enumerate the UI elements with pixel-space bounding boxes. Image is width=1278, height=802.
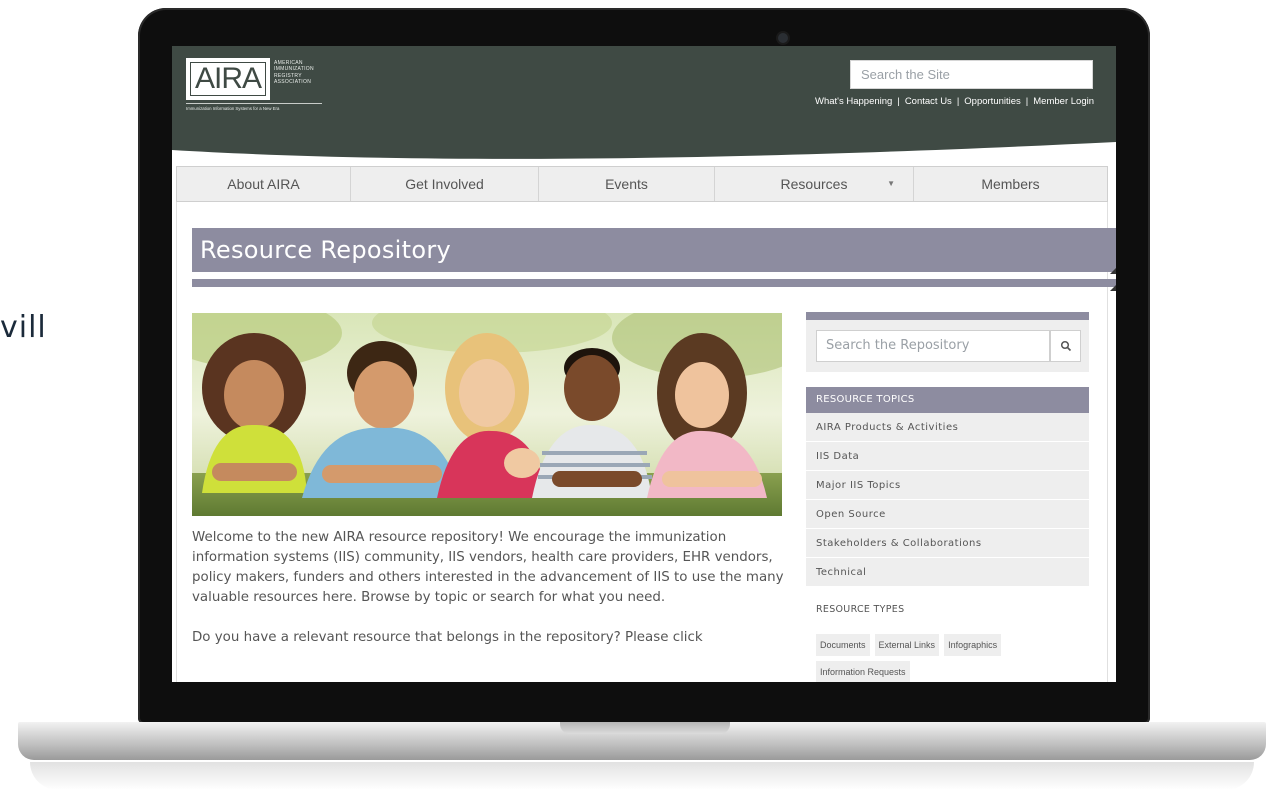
nav-members[interactable]: Members (914, 167, 1107, 201)
camera-icon (778, 33, 788, 43)
laptop-reflection (30, 762, 1254, 790)
nav-events[interactable]: Events (539, 167, 715, 201)
logo-subtitle: AMERICAN IMMUNIZATION REGISTRY ASSOCIATI… (274, 60, 314, 85)
nav-resources[interactable]: Resources ▼ (715, 167, 914, 201)
resource-topics-list: AIRA Products & Activities IIS Data Majo… (806, 413, 1089, 587)
sidebar-topbar (806, 312, 1089, 320)
topic-major-iis-topics[interactable]: Major IIS Topics (806, 471, 1089, 500)
page-title: Resource Repository (200, 236, 452, 264)
aira-logo[interactable]: AIRA AMERICAN IMMUNIZATION REGISTRY ASSO… (186, 58, 322, 114)
topic-stakeholders[interactable]: Stakeholders & Collaborations (806, 529, 1089, 558)
nav-get-involved[interactable]: Get Involved (351, 167, 539, 201)
utility-link-member-login[interactable]: Member Login (1033, 96, 1094, 107)
type-tag-information-requests[interactable]: Information Requests (816, 661, 910, 682)
repository-search: Search the Repository (806, 320, 1089, 372)
topic-open-source[interactable]: Open Source (806, 500, 1089, 529)
main-nav: About AIRA Get Involved Events Resources… (176, 166, 1108, 202)
nav-about-aira[interactable]: About AIRA (177, 167, 351, 201)
ribbon-fold (1110, 268, 1116, 274)
utility-link-opportunities[interactable]: Opportunities (964, 96, 1021, 107)
intro-text: Welcome to the new AIRA resource reposit… (192, 528, 792, 668)
logo-mark: AIRA (186, 58, 270, 100)
utility-link-contact-us[interactable]: Contact Us (905, 96, 952, 107)
search-button[interactable] (1050, 330, 1081, 362)
page-title-banner: Resource Repository (192, 228, 1116, 272)
caret-down-icon: ▼ (887, 179, 895, 188)
title-underbar (192, 279, 1116, 287)
utility-nav: What's Happening | Contact Us | Opportun… (815, 96, 1094, 107)
topic-iis-data[interactable]: IIS Data (806, 442, 1089, 471)
hero-image-children (192, 313, 782, 516)
resource-types-list: Documents External Links Infographics In… (816, 634, 1086, 682)
laptop-screen: AIRA AMERICAN IMMUNIZATION REGISTRY ASSO… (172, 46, 1116, 682)
ribbon-fold (1110, 285, 1116, 291)
logo-word: AIRA (194, 62, 262, 95)
type-tag-external-links[interactable]: External Links (874, 634, 940, 656)
background-partial-text: vill (0, 310, 47, 345)
logo-divider (186, 103, 322, 104)
topic-aira-products[interactable]: AIRA Products & Activities (806, 413, 1089, 442)
separator: | (1025, 96, 1029, 107)
separator: | (956, 96, 960, 107)
search-icon (1060, 340, 1071, 352)
intro-paragraph: Welcome to the new AIRA resource reposit… (192, 530, 784, 605)
resource-topics-header: RESOURCE TOPICS (806, 387, 1089, 413)
resource-types-header: RESOURCE TYPES (816, 604, 905, 615)
type-tag-documents[interactable]: Documents (816, 634, 870, 656)
repository-search-input[interactable]: Search the Repository (816, 330, 1050, 362)
nav-resources-label: Resources (780, 176, 848, 192)
laptop-hinge-notch (560, 722, 730, 734)
utility-link-whats-happening[interactable]: What's Happening (815, 96, 892, 107)
topic-technical[interactable]: Technical (806, 558, 1089, 587)
logo-tagline: Immunization Information Systems for a N… (186, 106, 280, 111)
separator: | (897, 96, 900, 107)
type-tag-infographics[interactable]: Infographics (944, 634, 1002, 656)
intro-paragraph: Do you have a relevant resource that bel… (192, 630, 703, 645)
site-search-input[interactable]: Search the Site (850, 60, 1093, 89)
